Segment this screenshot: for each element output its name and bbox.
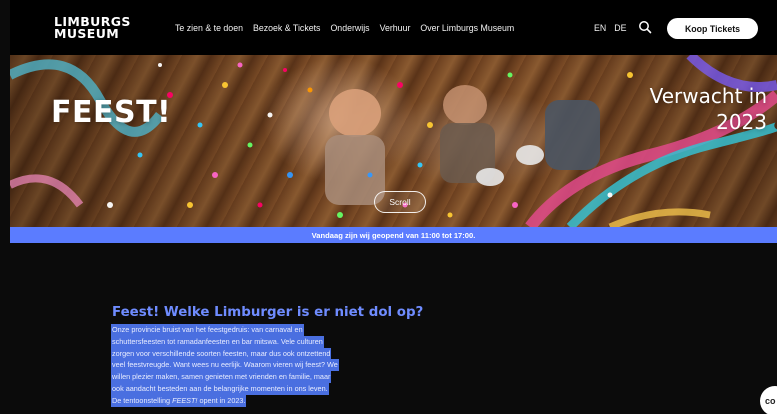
nav-item-te-zien[interactable]: Te zien & te doen bbox=[175, 23, 243, 33]
hero-title: FEEST! bbox=[51, 95, 172, 130]
intro-line: veel feestvreugde. Want wees nu eerlijk.… bbox=[111, 359, 339, 372]
intro-line: ook aandacht besteden aan de belangrijke… bbox=[111, 382, 329, 395]
main-nav: Te zien & te doen Bezoek & Tickets Onder… bbox=[175, 0, 514, 55]
site-header: LIMBURGS MUSEUM Te zien & te doen Bezoek… bbox=[10, 0, 777, 55]
intro-line: willen plezier maken, samen genieten met… bbox=[111, 371, 332, 383]
opening-hours-bar: Vandaag zijn wij geopend van 11:00 tot 1… bbox=[10, 227, 777, 243]
scroll-button[interactable]: Scroll bbox=[374, 191, 426, 213]
intro-text: Onze provincie bruist van het feestgedru… bbox=[111, 324, 411, 407]
logo-line2: MUSEUM bbox=[54, 26, 120, 41]
main-content: Feest! Welke Limburger is er niet dol op… bbox=[0, 243, 777, 414]
buy-tickets-button[interactable]: Koop Tickets bbox=[667, 18, 758, 39]
hero-date-line2: 2023 bbox=[716, 110, 767, 134]
nav-item-over[interactable]: Over Limburgs Museum bbox=[420, 23, 514, 33]
intro-line: zorgen voor verschillende soorten feeste… bbox=[111, 347, 332, 360]
lang-de[interactable]: DE bbox=[614, 23, 626, 33]
intro-last-suffix: opent in 2023. bbox=[197, 395, 246, 405]
intro-last-prefix: De tentoonstelling bbox=[112, 395, 173, 405]
lang-en[interactable]: EN bbox=[594, 23, 606, 33]
search-icon[interactable] bbox=[638, 20, 652, 34]
intro-line: schuttersfeesten tot ramadanfeesten en b… bbox=[111, 335, 324, 348]
intro-title: Feest! Welke Limburger is er niet dol op… bbox=[112, 305, 424, 320]
intro-last-em: FEEST! bbox=[172, 395, 198, 405]
intro-line: Onze provincie bruist van het feestgedru… bbox=[111, 324, 304, 336]
hero-banner: FEEST! Verwacht in 2023 Scroll bbox=[10, 55, 777, 227]
intro-line-last: De tentoonstelling FEEST! opent in 2023. bbox=[111, 394, 247, 407]
language-switcher: EN DE bbox=[594, 0, 626, 55]
hero-date-line1: Verwacht in bbox=[649, 84, 767, 108]
logo[interactable]: LIMBURGS MUSEUM bbox=[54, 15, 131, 41]
nav-item-bezoek[interactable]: Bezoek & Tickets bbox=[253, 23, 320, 33]
hero-date: Verwacht in 2023 bbox=[650, 83, 767, 135]
nav-item-onderwijs[interactable]: Onderwijs bbox=[330, 23, 369, 33]
nav-item-verhuur[interactable]: Verhuur bbox=[380, 23, 411, 33]
